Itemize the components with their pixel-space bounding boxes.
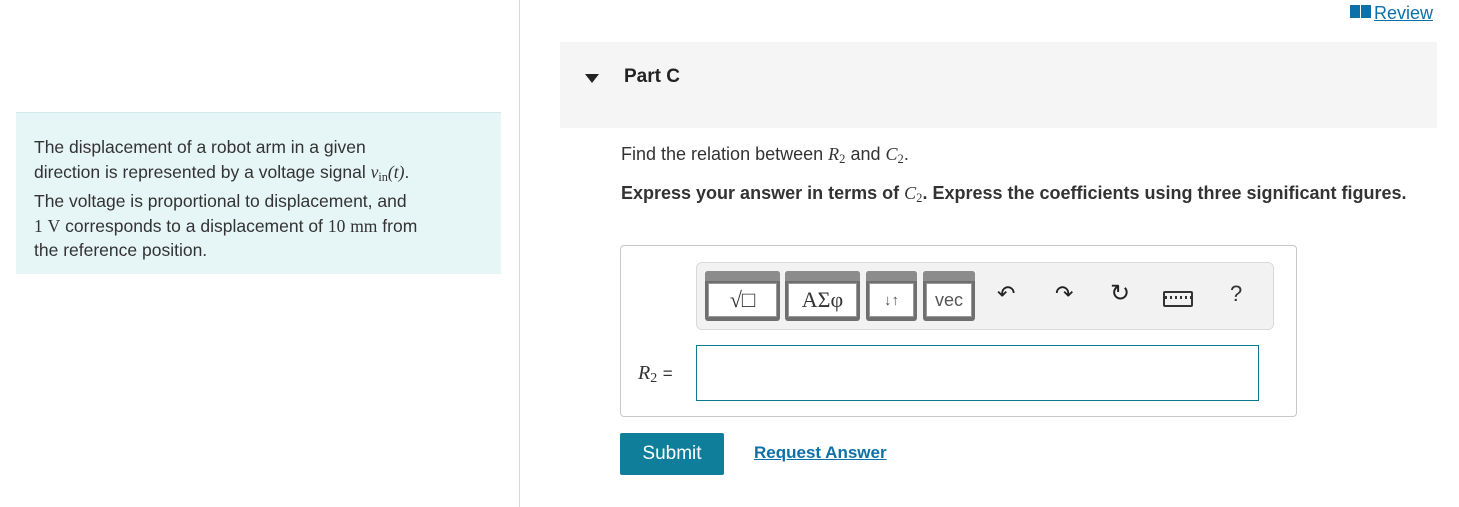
request-answer-link[interactable]: Request Answer: [754, 443, 887, 463]
templates-button[interactable]: √□: [705, 271, 780, 321]
vector-button[interactable]: vec: [923, 271, 975, 321]
intro-line: The voltage is proportional to displacem…: [34, 189, 483, 214]
intro-unit: V: [47, 215, 61, 236]
intro-text: the reference position.: [34, 240, 208, 260]
undo-icon[interactable]: ↶: [997, 281, 1015, 307]
review-link[interactable]: Review: [1349, 3, 1433, 24]
reset-icon[interactable]: ↻: [1110, 279, 1130, 308]
intro-line: 1 V corresponds to a displacement of 10 …: [34, 214, 483, 239]
intro-line: the reference position.: [34, 238, 483, 263]
voltage-signal-symbol: vin(t): [370, 161, 405, 184]
intro-text: The voltage is proportional to displacem…: [34, 191, 407, 211]
intro-text: .: [404, 161, 410, 182]
vector-icon: vec: [926, 283, 972, 317]
problem-intro: The displacement of a robot arm in a giv…: [16, 112, 501, 274]
part-title: Part C: [624, 66, 680, 87]
intro-text: from: [382, 215, 418, 236]
question-text: Find the relation between R2 and C2.: [621, 144, 909, 166]
panel-divider: [519, 0, 520, 507]
submit-button[interactable]: Submit: [620, 433, 724, 475]
part-header: Part C: [560, 42, 1437, 128]
answer-instructions: Express your answer in terms of C2. Expr…: [621, 183, 1407, 205]
keyboard-icon[interactable]: [1163, 291, 1193, 307]
review-label: Review: [1373, 3, 1433, 23]
help-icon[interactable]: ?: [1230, 281, 1242, 307]
intro-text: The displacement of a robot arm in a giv…: [34, 137, 366, 157]
arrows-button[interactable]: ↓↑: [866, 271, 917, 321]
book-icon: [1349, 5, 1372, 18]
intro-text: direction is represented by a voltage si…: [34, 161, 366, 182]
greek-icon: ΑΣφ: [788, 283, 857, 317]
greek-letters-button[interactable]: ΑΣφ: [785, 271, 860, 321]
answer-variable-label: R2 =: [638, 362, 673, 386]
intro-unit: mm: [350, 215, 378, 236]
intro-text: corresponds to a displacement of: [65, 215, 323, 236]
math-toolbar: √□ ΑΣφ ↓↑ vec ↶ ↷ ↻ ?: [696, 262, 1274, 330]
arrows-icon: ↓↑: [869, 283, 914, 317]
intro-line: direction is represented by a voltage si…: [34, 160, 483, 190]
intro-value: 1: [34, 215, 43, 236]
templates-icon: √□: [708, 283, 777, 317]
collapse-triangle-icon[interactable]: [585, 74, 599, 83]
intro-value: 10: [327, 215, 346, 236]
answer-input[interactable]: [696, 345, 1259, 401]
redo-icon[interactable]: ↷: [1055, 281, 1073, 307]
intro-line: The displacement of a robot arm in a giv…: [34, 135, 483, 160]
